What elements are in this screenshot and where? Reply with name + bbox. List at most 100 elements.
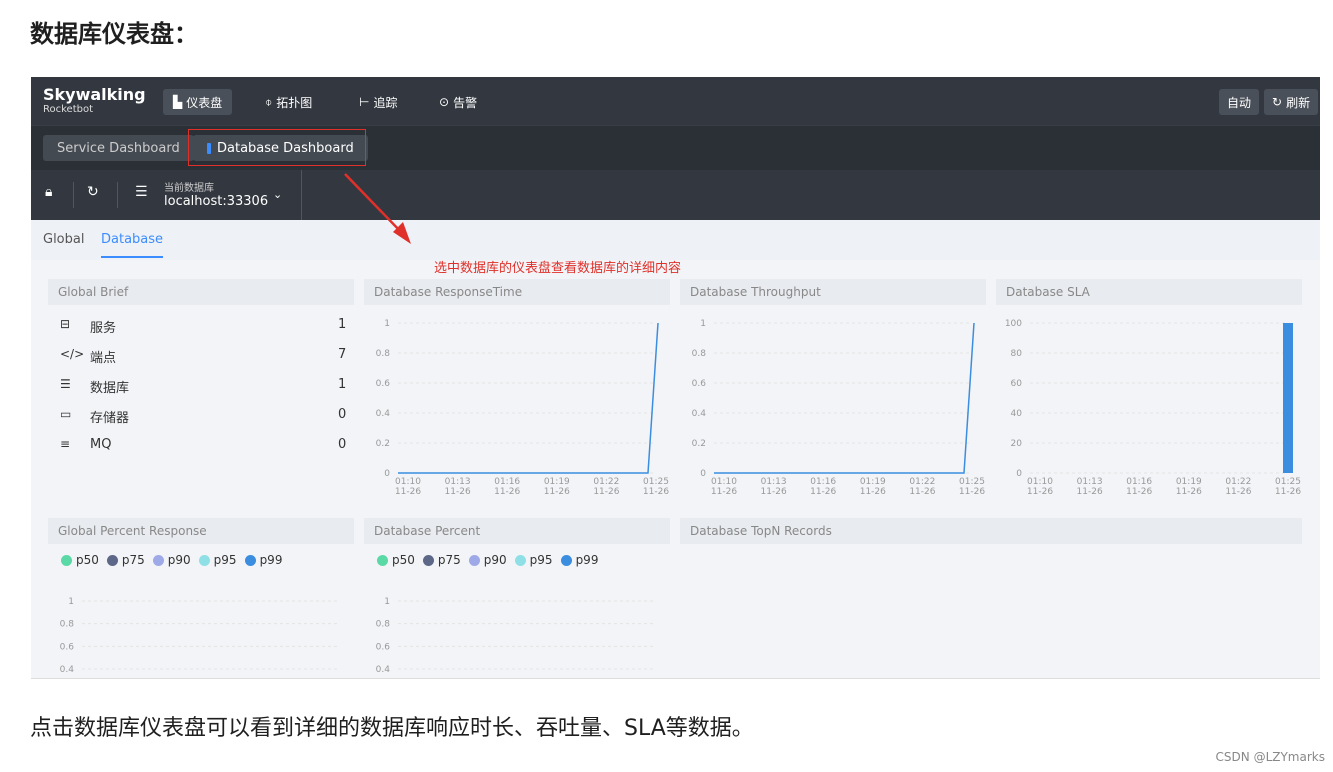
legend-item[interactable]: p90 bbox=[152, 553, 191, 567]
x-tick-label: 11-26 bbox=[1275, 487, 1301, 497]
mq-icon: ≡ bbox=[60, 437, 71, 451]
y-tick-label: 0.8 bbox=[60, 620, 75, 630]
subtab-database[interactable]: Database bbox=[101, 232, 164, 258]
legend-item[interactable]: p95 bbox=[514, 553, 553, 567]
y-tick-label: 0.2 bbox=[692, 439, 706, 449]
y-tick-label: 0 bbox=[384, 469, 390, 479]
x-tick-label: 11-26 bbox=[395, 487, 421, 497]
panel-title-database-percent: Database Percent bbox=[364, 518, 670, 544]
nav-dashboard[interactable]: ▙ 仪表盘 bbox=[163, 89, 233, 115]
legend-swatch bbox=[377, 554, 388, 566]
x-tick-label: 11-26 bbox=[1027, 487, 1053, 497]
panel-title-topn: Database TopN Records bbox=[680, 518, 1302, 544]
legend-swatch bbox=[152, 554, 164, 566]
x-tick-label: 11-26 bbox=[494, 487, 520, 497]
legend-item[interactable]: p95 bbox=[198, 553, 237, 567]
storage-icon: ▭ bbox=[60, 407, 72, 421]
x-tick-label: 01:10 bbox=[1027, 477, 1053, 487]
nav-dashboard-label: 仪表盘 bbox=[186, 95, 223, 110]
legend-item[interactable]: p99 bbox=[244, 553, 282, 567]
x-tick-label: 11-26 bbox=[1225, 487, 1251, 497]
x-tick-label: 01:10 bbox=[395, 477, 421, 487]
refresh-label: 刷新 bbox=[1286, 95, 1311, 110]
legend-database-percent: p50 p75 p90 p95 p99 bbox=[377, 553, 598, 567]
y-tick-label: 0.6 bbox=[376, 379, 391, 389]
brief-label: 服务 bbox=[90, 321, 117, 336]
panel-title-global-percent: Global Percent Response bbox=[48, 518, 354, 544]
top-navbar: Skywalking Rocketbot ▙ 仪表盘 ⌽ 拓扑图 ⊢ 追踪 ⊙ … bbox=[31, 77, 1320, 125]
y-tick-label: 0.6 bbox=[376, 642, 391, 652]
x-tick-label: 11-26 bbox=[909, 487, 935, 497]
legend-label: p75 bbox=[437, 553, 461, 567]
x-tick-label: 11-26 bbox=[860, 487, 886, 497]
x-tick-label: 11-26 bbox=[445, 487, 471, 497]
legend-item[interactable]: p50 bbox=[377, 553, 415, 567]
panel-title-response-time: Database ResponseTime bbox=[364, 279, 670, 305]
subtab-global[interactable]: Global bbox=[43, 232, 84, 247]
x-tick-label: 01:19 bbox=[1176, 477, 1202, 487]
database-selector-bar: 🔒︎ ↻ ☰ 当前数据库 localhost:33306 ⌄ bbox=[31, 170, 1320, 220]
logo-title: Skywalking bbox=[43, 85, 146, 104]
legend-item[interactable]: p75 bbox=[422, 553, 461, 567]
divider bbox=[73, 182, 74, 208]
reload-icon[interactable]: ↻ bbox=[87, 184, 99, 200]
x-tick-label: 01:13 bbox=[761, 477, 787, 487]
nav-topology[interactable]: ⌽ 拓扑图 bbox=[255, 89, 322, 115]
refresh-icon: ↻ bbox=[1272, 95, 1283, 109]
database-selector-value[interactable]: localhost:33306 bbox=[164, 194, 268, 209]
x-tick-label: 01:13 bbox=[445, 477, 471, 487]
x-tick-label: 01:25 bbox=[643, 477, 669, 487]
auto-button[interactable]: 自动 bbox=[1219, 89, 1260, 115]
panel-title-global-brief: Global Brief bbox=[48, 279, 354, 305]
database-icon: ☰ bbox=[60, 377, 71, 391]
logo: Skywalking Rocketbot bbox=[43, 87, 146, 115]
x-tick-label: 01:16 bbox=[1126, 477, 1152, 487]
tab-service-dashboard[interactable]: Service Dashboard bbox=[43, 135, 194, 161]
y-tick-label: 0.4 bbox=[60, 665, 75, 675]
brief-label: 存储器 bbox=[90, 411, 130, 426]
legend-item[interactable]: p50 bbox=[61, 553, 99, 567]
nav-alarm[interactable]: ⊙ 告警 bbox=[429, 89, 487, 115]
chart-svg: 10.80.60.40.2001:1011-2601:1311-2601:161… bbox=[376, 319, 670, 497]
y-tick-label: 1 bbox=[384, 319, 390, 329]
y-tick-label: 100 bbox=[1005, 319, 1022, 329]
brief-row: ⊟ 服务 1 bbox=[48, 317, 348, 337]
legend-swatch bbox=[560, 554, 572, 566]
x-tick-label: 01:16 bbox=[494, 477, 520, 487]
brief-row: ▭ 存储器 0 bbox=[48, 407, 348, 427]
sla-bar bbox=[1283, 323, 1293, 473]
x-tick-label: 11-26 bbox=[1077, 487, 1103, 497]
legend-item[interactable]: p75 bbox=[106, 553, 145, 567]
page-caption: 点击数据库仪表盘可以看到详细的数据库响应时长、吞吐量、SLA等数据。 bbox=[30, 716, 754, 741]
legend-item[interactable]: p90 bbox=[468, 553, 507, 567]
brief-row: </> 端点 7 bbox=[48, 347, 348, 367]
series-line bbox=[714, 322, 975, 474]
x-tick-label: 01:10 bbox=[711, 477, 737, 487]
bar-chart-icon: ▙ bbox=[173, 95, 183, 109]
x-tick-label: 11-26 bbox=[810, 487, 836, 497]
brief-value: 0 bbox=[338, 437, 347, 452]
y-tick-label: 0 bbox=[700, 469, 706, 479]
service-icon: ⊟ bbox=[60, 317, 71, 331]
database-selector-label: 当前数据库 bbox=[164, 183, 214, 194]
y-tick-label: 0.8 bbox=[692, 349, 707, 359]
lock-icon[interactable]: 🔒︎ bbox=[45, 184, 52, 200]
x-tick-label: 01:13 bbox=[1077, 477, 1103, 487]
page-heading: 数据库仪表盘： bbox=[30, 20, 198, 48]
brief-label: 数据库 bbox=[90, 381, 130, 396]
legend-item[interactable]: p99 bbox=[560, 553, 598, 567]
database-percent-chart: 1 0.8 0.6 0.4 bbox=[364, 589, 670, 678]
credit-text: CSDN @LZYmarks bbox=[1215, 750, 1325, 764]
response-time-chart: 1 0.8 0.6 0.4 0.2 0 01:10 11-26 01:13 11-26 01:16 1… bbox=[364, 309, 670, 509]
refresh-button[interactable]: ↻ 刷新 bbox=[1264, 89, 1319, 115]
legend-global-percent: p50 p75 p90 p95 p99 bbox=[61, 553, 282, 567]
y-tick-label: 60 bbox=[1011, 379, 1023, 389]
y-tick-label: 1 bbox=[700, 319, 706, 329]
y-tick-label: 0.8 bbox=[376, 620, 391, 630]
y-tick-label: 80 bbox=[1011, 349, 1023, 359]
panel-title-throughput: Database Throughput bbox=[680, 279, 986, 305]
sla-chart: 100 80 60 40 20 0 01:10 11-26 01:13 11-26 01:16 11-… bbox=[996, 309, 1302, 509]
chevron-down-icon[interactable]: ⌄ bbox=[273, 188, 282, 201]
nav-trace[interactable]: ⊢ 追踪 bbox=[349, 89, 407, 115]
legend-swatch bbox=[514, 554, 526, 566]
